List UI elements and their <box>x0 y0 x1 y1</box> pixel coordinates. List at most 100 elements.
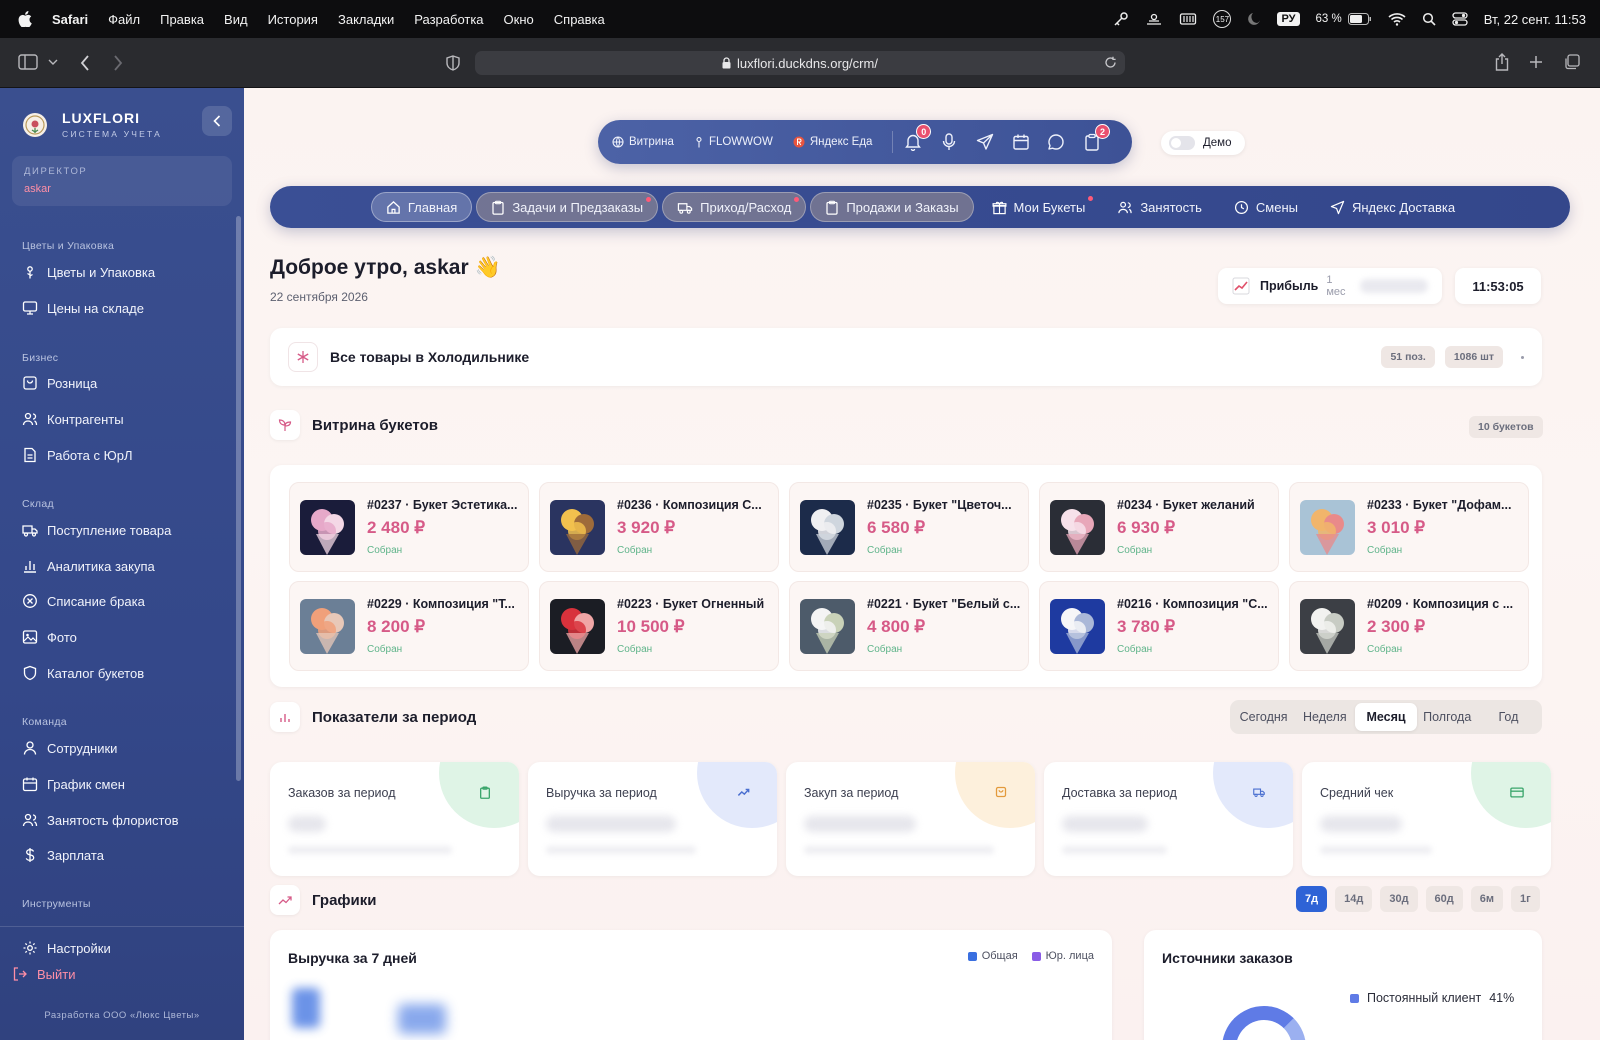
period-option[interactable]: Месяц <box>1355 703 1417 731</box>
menu-help[interactable]: Справка <box>554 12 605 27</box>
sidebar-item-employees[interactable]: Сотрудники <box>22 738 117 758</box>
sidebar-item-bouquet-catalog[interactable]: Каталог букетов <box>22 663 144 683</box>
sidebar-item-goods-receipt[interactable]: Поступление товара <box>22 520 171 540</box>
tab-2[interactable]: Приход/Расход <box>662 192 807 222</box>
menu-develop[interactable]: Разработка <box>414 12 483 27</box>
back-icon[interactable] <box>80 55 90 71</box>
privacy-shield-icon[interactable] <box>446 55 460 71</box>
profit-widget[interactable]: Прибыль 1 мес <box>1218 268 1442 304</box>
chat-button[interactable] <box>1046 132 1066 152</box>
sidebar-item-warehouse-prices[interactable]: Цены на складе <box>22 298 144 318</box>
tab-overview-icon[interactable] <box>1564 54 1580 70</box>
notification-count-badge[interactable]: 157 <box>1213 10 1232 28</box>
demo-toggle[interactable]: Демо <box>1161 131 1245 155</box>
fridge-summary[interactable]: Все товары в Холодильнике 51 поз. 1086 ш… <box>270 328 1542 386</box>
menu-edit[interactable]: Правка <box>160 12 204 27</box>
legend-item-total[interactable]: Общая <box>967 950 1018 962</box>
expand-dot[interactable] <box>1521 355 1524 359</box>
period-option[interactable]: Полгода <box>1417 703 1478 731</box>
tab-3[interactable]: Продажи и Заказы <box>810 192 974 222</box>
apple-icon[interactable] <box>18 11 32 27</box>
sidebar-item-settings[interactable]: Настройки <box>22 938 111 958</box>
bouquet-card[interactable]: #0234 · Букет желаний 6 930 ₽ Собран <box>1039 482 1279 572</box>
range-option[interactable]: 7д <box>1296 886 1328 912</box>
period-option[interactable]: Год <box>1478 703 1539 731</box>
tab-4[interactable]: Мои Букеты <box>978 192 1100 222</box>
range-option[interactable]: 60д <box>1425 886 1463 912</box>
menu-safari[interactable]: Safari <box>52 12 88 27</box>
menu-file[interactable]: Файл <box>108 12 140 27</box>
bouquet-card[interactable]: #0236 · Композиция С... 3 920 ₽ Собран <box>539 482 779 572</box>
tab-0[interactable]: Главная <box>370 192 473 222</box>
period-option[interactable]: Неделя <box>1294 703 1355 731</box>
memory-icon[interactable] <box>1179 12 1197 26</box>
menu-history[interactable]: История <box>268 12 318 27</box>
kpi-card[interactable]: Заказов за период <box>270 762 519 876</box>
address-bar[interactable]: luxflori.duckdns.org/crm/ <box>475 51 1125 75</box>
sidebar-item-write-off[interactable]: Списание брака <box>22 591 145 611</box>
sidebar-item-florist-load[interactable]: Занятость флористов <box>22 810 179 830</box>
input-language[interactable]: РУ <box>1277 12 1300 26</box>
new-tab-icon[interactable] <box>1529 55 1543 69</box>
bouquet-card[interactable]: #0237 · Букет Эстетика... 2 480 ₽ Собран <box>289 482 529 572</box>
share-icon[interactable] <box>1495 53 1509 71</box>
menubar-clock[interactable]: Вт, 22 сент. 11:53 <box>1484 12 1586 27</box>
voice-button[interactable] <box>939 132 959 152</box>
kpi-card[interactable]: Закуп за период <box>786 762 1035 876</box>
notifications-button[interactable]: 0 <box>903 124 932 152</box>
quick-link-yandex-eda[interactable]: Яндекс Еда <box>793 136 872 148</box>
key-icon[interactable] <box>1113 11 1129 27</box>
sidebar-item-flowers[interactable]: Цветы и Упаковка <box>22 262 155 282</box>
control-center-icon[interactable] <box>1452 12 1468 26</box>
range-option[interactable]: 6м <box>1470 886 1504 912</box>
bouquet-card[interactable]: #0216 · Композиция "С... 3 780 ₽ Собран <box>1039 581 1279 671</box>
spotlight-search-icon[interactable] <box>1422 12 1436 26</box>
collapse-sidebar-button[interactable] <box>202 106 232 136</box>
quick-link-flowwow[interactable]: FLOWWOW <box>694 136 773 148</box>
chevron-down-icon[interactable] <box>48 59 58 65</box>
menu-view[interactable]: Вид <box>224 12 248 27</box>
send-button[interactable] <box>975 132 995 152</box>
sidebar-item-purchase-analytics[interactable]: Аналитика закупа <box>22 556 155 576</box>
wifi-icon[interactable] <box>1388 12 1406 26</box>
tab-7[interactable]: Яндекс Доставка <box>1316 192 1469 222</box>
toggle-switch[interactable] <box>1169 136 1195 150</box>
range-option[interactable]: 1г <box>1511 886 1540 912</box>
sidebar-item-retail[interactable]: Розница <box>22 373 97 393</box>
sidebar-item-photo[interactable]: Фото <box>22 627 77 647</box>
bouquet-card[interactable]: #0209 · Композиция с ... 2 300 ₽ Собран <box>1289 581 1529 671</box>
sidebar-item-contractors[interactable]: Контрагенты <box>22 409 124 429</box>
logout-button[interactable]: Выйти <box>12 964 76 984</box>
range-option[interactable]: 30д <box>1380 886 1418 912</box>
reload-icon[interactable] <box>1104 56 1117 69</box>
sidebar-item-salary[interactable]: Зарплата <box>22 845 104 865</box>
tab-6[interactable]: Смены <box>1220 192 1312 222</box>
moon-icon[interactable] <box>1247 12 1261 26</box>
bouquet-card[interactable]: #0223 · Букет Огненный 10 500 ₽ Собран <box>539 581 779 671</box>
period-option[interactable]: Сегодня <box>1233 703 1294 731</box>
kpi-card[interactable]: Средний чек <box>1302 762 1551 876</box>
menu-bookmarks[interactable]: Закладки <box>338 12 394 27</box>
bouquet-card[interactable]: #0229 · Композиция "Т... 8 200 ₽ Собран <box>289 581 529 671</box>
quick-link-storefront[interactable]: Витрина <box>612 136 674 148</box>
forward-icon[interactable] <box>113 55 123 71</box>
cart-button[interactable]: 2 <box>1082 124 1110 152</box>
weather-icon[interactable] <box>1145 12 1163 26</box>
bouquet-card[interactable]: #0221 · Букет "Белый с... 4 800 ₽ Собран <box>789 581 1029 671</box>
sidebar-scrollbar[interactable] <box>236 216 241 781</box>
calendar-button[interactable] <box>1011 132 1031 152</box>
kpi-card[interactable]: Доставка за период <box>1044 762 1293 876</box>
bouquet-card[interactable]: #0235 · Букет "Цветоч... 6 580 ₽ Собран <box>789 482 1029 572</box>
sidebar-item-legal-entities[interactable]: Работа с ЮрЛ <box>22 445 133 465</box>
sidebar-toggle-icon[interactable] <box>18 54 38 70</box>
legend-item-regular-client[interactable]: Постоянный клиент 41% <box>1350 991 1514 1005</box>
battery-icon[interactable] <box>1347 13 1372 25</box>
menu-window[interactable]: Окно <box>504 12 534 27</box>
sidebar-item-shift-schedule[interactable]: График смен <box>22 774 125 794</box>
legend-item-legal[interactable]: Юр. лица <box>1031 950 1094 962</box>
brand[interactable]: LUXFLORI СИСТЕМА УЧЕТА <box>22 110 162 139</box>
range-option[interactable]: 14д <box>1335 886 1373 912</box>
bouquet-card[interactable]: #0233 · Букет "Дофам... 3 010 ₽ Собран <box>1289 482 1529 572</box>
tab-5[interactable]: Занятость <box>1103 192 1216 222</box>
kpi-card[interactable]: Выручка за период <box>528 762 777 876</box>
